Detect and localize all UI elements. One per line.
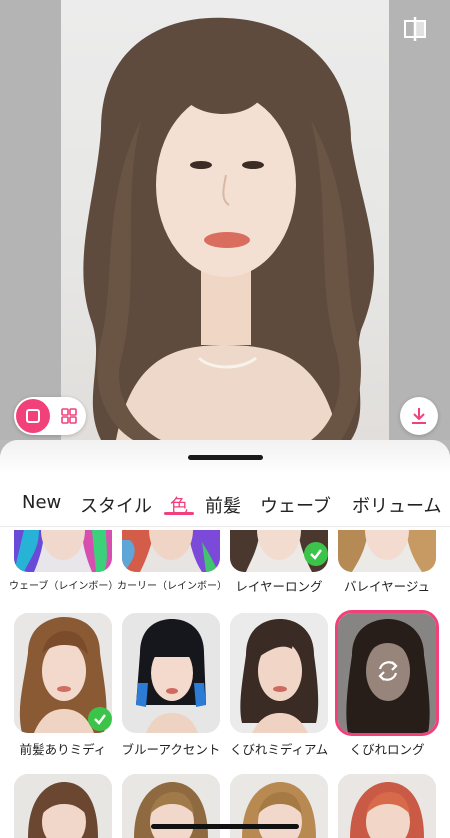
portrait-illustration (83, 17, 374, 440)
style-thumbnail (122, 530, 220, 572)
style-caption: バレイヤージュ (343, 579, 430, 594)
hairstyle-bottom-sheet: New スタイル 色 前髪 ウェーブ ボリューム ウェーブ（レインボー） カーリ… (0, 440, 450, 838)
tab-new[interactable]: New (22, 492, 61, 513)
photo-preview-area (0, 0, 450, 440)
style-card-curly-rainbow[interactable] (122, 530, 220, 572)
single-view-icon (26, 409, 40, 423)
style-card-wave-rainbow[interactable] (14, 530, 112, 572)
style-caption: くびれミディアム (229, 742, 329, 757)
style-caption: ブルーアクセント (121, 742, 221, 757)
style-caption: カーリー（レインボー） (117, 581, 227, 592)
view-mode-toggle (14, 397, 86, 435)
single-view-button[interactable] (16, 399, 50, 433)
style-card-blue-accent[interactable] (122, 613, 220, 733)
category-tabs: New スタイル 色 前髪 ウェーブ ボリューム (0, 492, 450, 526)
style-card-kubire-medium[interactable] (230, 613, 328, 733)
download-button[interactable] (400, 397, 438, 435)
download-icon (412, 408, 426, 424)
style-caption: レイヤーロング (235, 579, 323, 594)
tab-wave[interactable]: ウェーブ (260, 492, 331, 518)
compare-split-icon (404, 17, 426, 41)
style-caption: くびれロング (349, 742, 425, 757)
style-card-balayage[interactable] (338, 530, 436, 572)
style-card-row3-1[interactable] (14, 774, 112, 838)
style-thumbnail (122, 613, 220, 733)
style-caption: 前髪ありミディ (19, 742, 107, 757)
check-icon (88, 707, 112, 731)
style-card-bangs-midi[interactable] (14, 613, 112, 733)
style-card-row3-4[interactable] (338, 774, 436, 838)
swap-arrows-icon (372, 655, 404, 687)
tab-volume[interactable]: ボリューム (352, 492, 441, 518)
style-thumbnail (230, 613, 328, 733)
style-caption: ウェーブ（レインボー） (9, 581, 119, 592)
check-icon (304, 542, 328, 566)
tab-style[interactable]: スタイル (80, 492, 152, 518)
active-tab-indicator (164, 512, 194, 515)
portrait-photo (61, 0, 389, 440)
style-card-layer-long[interactable] (230, 530, 328, 572)
tab-bangs[interactable]: 前髪 (205, 492, 241, 518)
grid-view-icon (61, 408, 77, 424)
style-thumbnail (338, 530, 436, 572)
compare-button[interactable] (400, 14, 430, 44)
style-thumbnail (14, 774, 112, 838)
home-indicator (151, 824, 299, 829)
style-card-kubire-long[interactable] (335, 610, 439, 736)
grid-view-button[interactable] (52, 399, 86, 433)
sheet-grabber[interactable] (188, 455, 263, 460)
style-thumbnail (14, 530, 112, 572)
tabs-divider (0, 526, 450, 527)
style-thumbnail (338, 774, 436, 838)
